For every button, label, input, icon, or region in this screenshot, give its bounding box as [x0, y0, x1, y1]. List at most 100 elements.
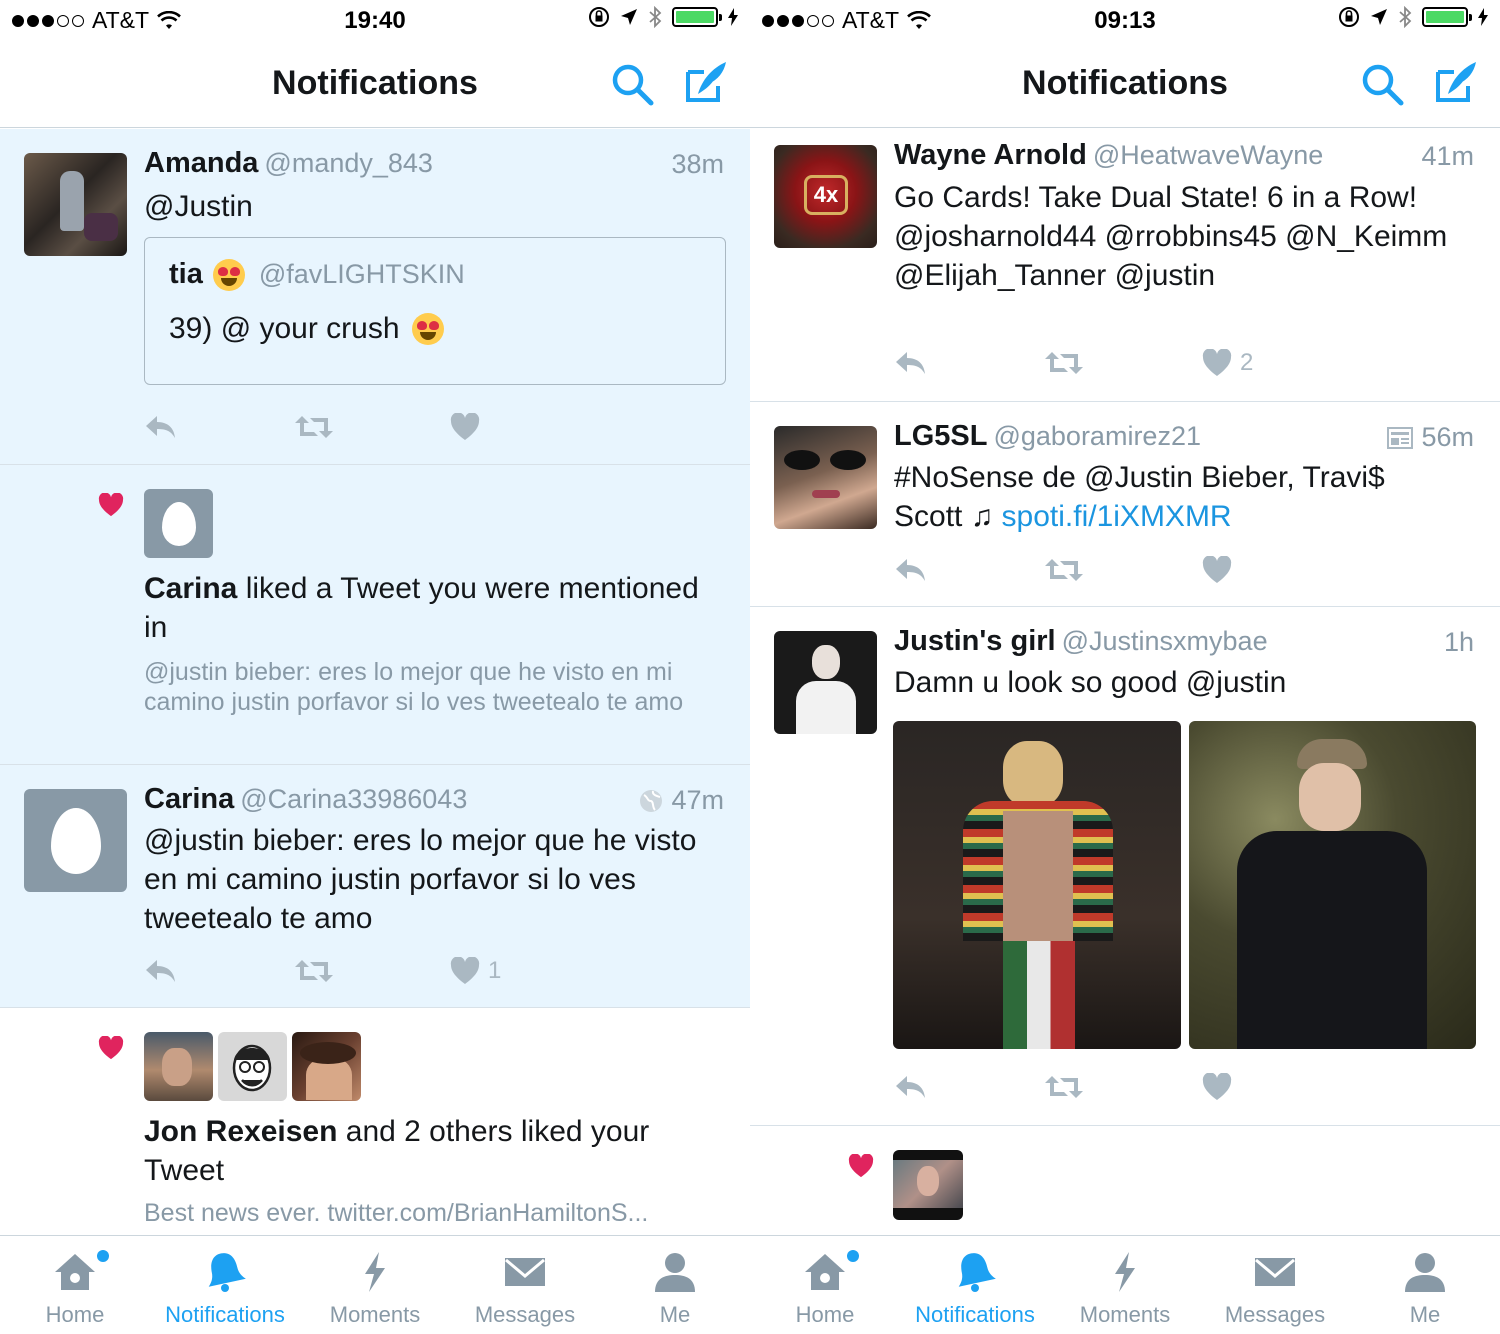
home-icon	[805, 1254, 845, 1290]
like-notification-heart-icon	[98, 1036, 124, 1060]
tab-home[interactable]: Home	[0, 1236, 150, 1334]
timestamp-text: 47m	[671, 785, 724, 815]
author-handle[interactable]: @HeatwaveWayne	[1093, 140, 1324, 170]
avatar[interactable]	[144, 489, 213, 558]
avatar[interactable]: 4x	[774, 145, 877, 248]
retweet-icon	[1045, 559, 1083, 581]
tweet-carina[interactable]: Carina @Carina33986043 47m @justin bieber…	[0, 765, 750, 1008]
retweet-button[interactable]	[1044, 552, 1084, 588]
like-count: 1	[488, 957, 502, 984]
tweet-text: @justin bieber: eres lo mejor que he vis…	[144, 824, 697, 935]
envelope-icon	[1255, 1258, 1295, 1286]
tweet-justins-girl[interactable]: Justin's girl @Justinsxmybae 1h Damn u lo…	[750, 607, 1500, 1126]
status-bar: AT&T 19:40	[0, 0, 750, 40]
avatar[interactable]	[893, 1150, 963, 1220]
tweet-header: Amanda @mandy_843 38m	[144, 147, 724, 187]
unread-dot	[847, 1250, 859, 1262]
globe-icon	[640, 789, 663, 812]
avatar[interactable]	[24, 789, 127, 892]
tab-label: Home	[45, 1302, 105, 1327]
like-button[interactable]: 2	[1202, 345, 1253, 381]
tweet-amanda[interactable]: Amanda @mandy_843 38m @Justin tia @favLIG…	[0, 129, 750, 465]
author-handle[interactable]: @Justinsxmybae	[1062, 626, 1268, 656]
avatar[interactable]	[774, 631, 877, 734]
tab-notifications[interactable]: Notifications	[900, 1236, 1050, 1334]
home-icon	[55, 1254, 95, 1290]
tab-label: Messages	[474, 1302, 576, 1327]
reply-button[interactable]	[144, 409, 178, 445]
reply-icon	[896, 352, 925, 374]
retweet-button[interactable]	[1044, 1069, 1084, 1105]
heart-icon	[1202, 349, 1232, 376]
tab-notifications[interactable]: Notifications	[150, 1236, 300, 1334]
actor-name[interactable]: Jon Rexeisen	[144, 1115, 337, 1148]
reply-button[interactable]	[894, 1069, 928, 1105]
notifications-feed: Amanda @mandy_843 38m @Justin tia @favLIG…	[0, 129, 750, 1235]
tab-messages[interactable]: Messages	[450, 1236, 600, 1334]
retweet-button[interactable]	[1044, 345, 1084, 381]
tweet-link[interactable]: spoti.fi/1iXMXMR	[1002, 500, 1232, 533]
avatar[interactable]	[144, 1032, 213, 1101]
tab-moments[interactable]: Moments	[300, 1236, 450, 1334]
quoted-tweet[interactable]: tia @favLIGHTSKIN 39) @ your crush	[144, 237, 726, 385]
retweet-icon	[1045, 352, 1083, 374]
charging-bolt-icon	[1478, 8, 1488, 26]
reply-icon	[896, 1076, 925, 1098]
avatar[interactable]	[774, 426, 877, 529]
like-button[interactable]: 1	[450, 953, 501, 989]
tab-moments[interactable]: Moments	[1050, 1236, 1200, 1334]
rotation-lock-icon	[1339, 7, 1359, 27]
envelope-icon	[505, 1258, 545, 1286]
like-button[interactable]	[450, 409, 480, 445]
notification-like-carina[interactable]: Carina liked a Tweet you were mentioned …	[0, 465, 750, 765]
compose-tweet-icon[interactable]	[1432, 58, 1480, 106]
notification-like-jon[interactable]: Jon Rexeisen and 2 others liked your Twe…	[0, 1008, 750, 1235]
author-handle[interactable]: @gaboramirez21	[993, 421, 1201, 451]
reply-button[interactable]	[894, 345, 928, 381]
location-arrow-icon	[621, 9, 637, 25]
author-name[interactable]: Justin's girl	[894, 625, 1056, 657]
like-button[interactable]	[1202, 552, 1232, 588]
tab-label: Notifications	[165, 1302, 285, 1327]
tab-messages[interactable]: Messages	[1200, 1236, 1350, 1334]
tweet-photo[interactable]	[1189, 721, 1476, 1049]
reply-button[interactable]	[894, 552, 928, 588]
tweet-text: Damn u look so good @justin	[894, 666, 1287, 699]
author-name[interactable]: Amanda	[144, 147, 258, 179]
actor-name[interactable]: Carina	[144, 572, 237, 605]
tweet-header: Carina @Carina33986043 47m	[144, 783, 724, 823]
author-name[interactable]: Wayne Arnold	[894, 139, 1087, 171]
avatar[interactable]	[292, 1032, 361, 1101]
tab-home[interactable]: Home	[750, 1236, 900, 1334]
retweet-icon	[1045, 1076, 1083, 1098]
tab-me[interactable]: Me	[1350, 1236, 1500, 1334]
tweet-text: #NoSense de @Justin Bieber, Travi$ Scott…	[894, 458, 1420, 536]
navigation-bar: Notifications	[750, 40, 1500, 128]
timestamp: 1h	[1443, 627, 1474, 657]
tab-me[interactable]: Me	[600, 1236, 750, 1334]
author-name[interactable]: Carina	[144, 783, 234, 815]
author-handle[interactable]: @mandy_843	[264, 148, 433, 178]
author-handle[interactable]: @Carina33986043	[240, 784, 467, 814]
compose-tweet-icon[interactable]	[682, 58, 730, 106]
retweet-button[interactable]	[294, 953, 334, 989]
tab-label: Me	[1409, 1302, 1441, 1327]
notification-like[interactable]	[750, 1126, 1500, 1235]
rotation-lock-icon	[589, 7, 609, 27]
avatar[interactable]	[218, 1032, 287, 1101]
author-name[interactable]: LG5SL	[894, 420, 987, 452]
search-icon[interactable]	[610, 62, 656, 108]
search-icon[interactable]	[1360, 62, 1406, 108]
reply-icon	[146, 960, 175, 982]
like-button[interactable]	[1202, 1069, 1232, 1105]
tweet-lg5sl[interactable]: LG5SL @gaboramirez21 56m #NoSense de @Jus…	[750, 402, 1500, 607]
charging-bolt-icon	[728, 8, 738, 26]
tweet-photo[interactable]	[893, 721, 1181, 1049]
avatar[interactable]	[24, 153, 127, 256]
person-icon	[655, 1253, 695, 1292]
tweet-header: Justin's girl @Justinsxmybae 1h	[894, 625, 1474, 665]
bluetooth-icon	[649, 6, 662, 28]
reply-button[interactable]	[144, 953, 178, 989]
retweet-button[interactable]	[294, 409, 334, 445]
tweet-wayne-arnold[interactable]: 4x Wayne Arnold @HeatwaveWayne 41m Go Car…	[750, 129, 1500, 402]
